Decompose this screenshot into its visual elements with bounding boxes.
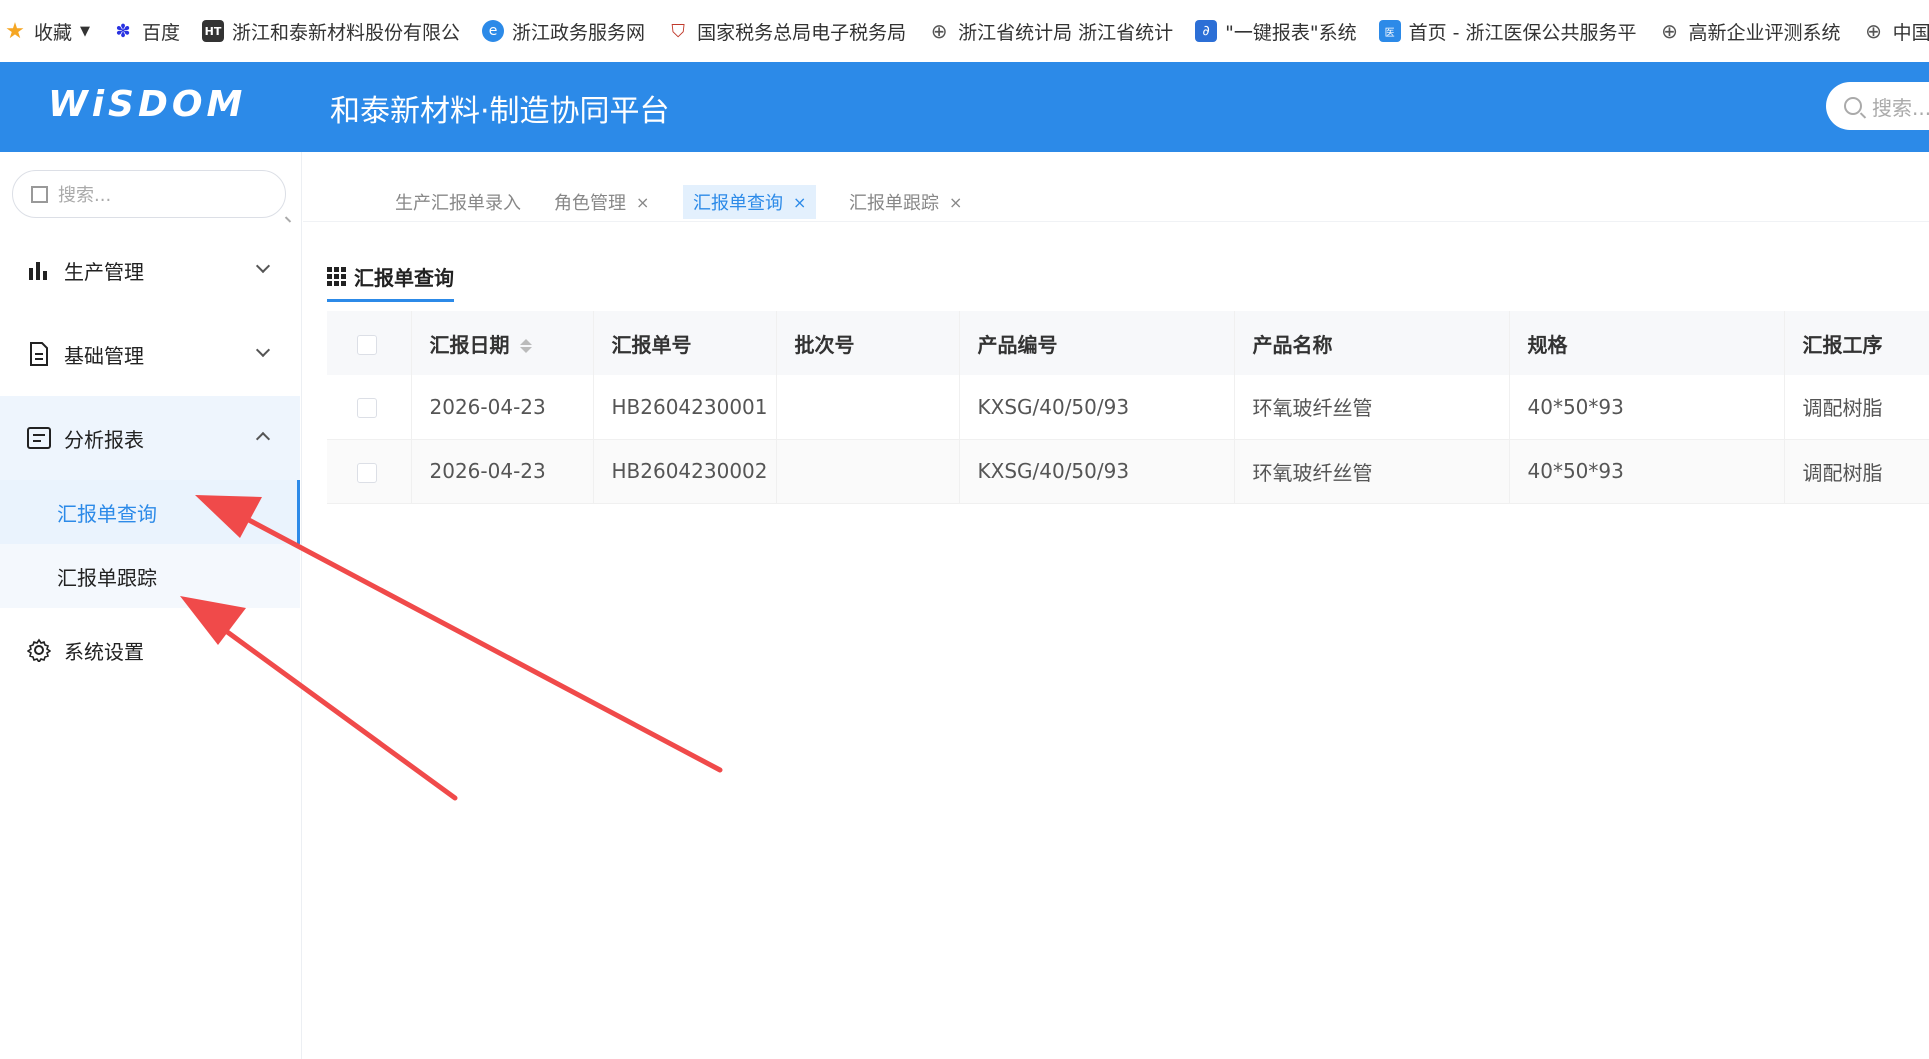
document-icon — [26, 341, 52, 367]
sidebar-subitem-report-tracking[interactable]: 汇报单跟踪 — [0, 544, 300, 608]
bookmarks-bar: ★ 收藏 ▼ ✽ 百度 HT 浙江和泰新材料股份有限公 e 浙江政务服务网 ⛉ … — [0, 0, 1929, 62]
cell-batch-no — [776, 439, 960, 504]
cell-product-name: 环氧玻纤丝管 — [1234, 439, 1510, 504]
tab-production-report-entry[interactable]: 生产汇报单录入 — [385, 185, 531, 219]
caret-down-icon[interactable]: ▼ — [80, 24, 90, 39]
sidebar-item-basic[interactable]: 基础管理 — [0, 312, 300, 396]
cell-batch-no — [776, 375, 960, 440]
app-header: WiSDOM 和泰新材料·制造协同平台 搜索... — [0, 62, 1929, 152]
header-search-input[interactable]: 搜索... — [1826, 82, 1929, 130]
bookmark-favorites[interactable]: ★ 收藏 ▼ — [4, 18, 90, 45]
sidebar-item-analysis[interactable]: 分析报表 — [0, 396, 300, 480]
column-header-product-code: 产品编号 — [959, 311, 1235, 375]
tab-report-tracking[interactable]: 汇报单跟踪 × — [839, 185, 972, 219]
bar-chart-icon — [26, 257, 52, 283]
bookmark-china-eport[interactable]: ⊕ 中国电子口岸 — [1863, 18, 1929, 45]
cell-report-date: 2026-04-23 — [411, 375, 594, 440]
search-icon — [1844, 97, 1862, 115]
select-all-checkbox[interactable] — [357, 334, 377, 355]
bookmark-baidu[interactable]: ✽ 百度 — [112, 18, 180, 45]
bookmark-hitech-eval[interactable]: ⊕ 高新企业评测系统 — [1659, 18, 1840, 45]
bookmark-zj-stats[interactable]: ⊕ 浙江省统计局 浙江省统计 — [928, 18, 1173, 45]
column-header-report-no: 汇报单号 — [593, 311, 777, 375]
chevron-up-icon — [255, 431, 271, 447]
tab-report-query[interactable]: 汇报单查询 × — [683, 185, 817, 219]
bookmark-company[interactable]: HT 浙江和泰新材料股份有限公 — [202, 18, 460, 45]
chevron-down-icon — [255, 258, 271, 274]
sidebar-item-production[interactable]: 生产管理 — [0, 228, 300, 312]
globe-icon: ⊕ — [1865, 19, 1882, 43]
column-header-report-date[interactable]: 汇报日期 — [411, 311, 594, 375]
cell-process: 调配树脂 — [1784, 439, 1929, 504]
chevron-down-icon — [255, 342, 271, 358]
sort-icon[interactable] — [519, 339, 532, 353]
close-icon[interactable]: × — [636, 193, 649, 212]
cell-product-code: KXSG/40/50/93 — [959, 439, 1235, 504]
report-system-icon: ∂ — [1195, 20, 1218, 42]
bookmark-report-system[interactable]: ∂ "一键报表"系统 — [1195, 18, 1357, 45]
grid-icon — [327, 267, 346, 286]
table-row[interactable]: 2026-04-23 HB2604230001 KXSG/40/50/93 环氧… — [327, 375, 1929, 440]
row-checkbox[interactable] — [357, 462, 377, 483]
cell-spec: 40*50*93 — [1509, 439, 1785, 504]
panel-title: 汇报单查询 — [327, 262, 454, 302]
report-icon — [26, 425, 52, 451]
star-icon: ★ — [5, 18, 25, 44]
cell-report-no: HB2604230002 — [593, 439, 777, 504]
zj-gov-icon: e — [482, 20, 505, 42]
cell-product-name: 环氧玻纤丝管 — [1234, 375, 1510, 440]
row-checkbox-cell — [327, 439, 412, 504]
column-header-product-name: 产品名称 — [1234, 311, 1510, 375]
close-icon[interactable]: × — [793, 193, 806, 212]
app-logo[interactable]: WiSDOM — [48, 84, 246, 125]
bookmark-zj-gov[interactable]: e 浙江政务服务网 — [482, 18, 645, 45]
cell-product-code: KXSG/40/50/93 — [959, 375, 1235, 440]
app-title: 和泰新材料·制造协同平台 — [330, 94, 670, 129]
row-checkbox-cell — [327, 375, 412, 440]
sidebar-subitem-report-query[interactable]: 汇报单查询 — [0, 480, 300, 544]
baidu-paw-icon: ✽ — [115, 20, 131, 42]
gear-icon — [26, 637, 52, 663]
search-icon — [31, 185, 48, 203]
company-logo-icon: HT — [202, 20, 225, 42]
sidebar-item-settings[interactable]: 系统设置 — [0, 608, 300, 692]
globe-icon: ⊕ — [930, 19, 948, 43]
select-all-checkbox-cell — [327, 311, 412, 375]
tax-emblem-icon: ⛉ — [671, 20, 685, 42]
bookmark-medical-insurance[interactable]: 医 首页 - 浙江医保公共服务平 — [1378, 18, 1637, 45]
report-table: 汇报日期 汇报单号 批次号 产品编号 产品名称 规格 汇报工序 2026-04-… — [327, 311, 1929, 504]
cell-report-no: HB2604230001 — [593, 375, 777, 440]
close-icon[interactable]: × — [949, 193, 962, 212]
globe-icon: ⊕ — [1661, 19, 1678, 43]
tab-bar: 生产汇报单录入 角色管理 × 汇报单查询 × 汇报单跟踪 × — [303, 152, 1929, 222]
bookmark-tax[interactable]: ⛉ 国家税务总局电子税务局 — [667, 18, 906, 45]
table-header-row: 汇报日期 汇报单号 批次号 产品编号 产品名称 规格 汇报工序 — [327, 311, 1929, 375]
cell-report-date: 2026-04-23 — [411, 439, 594, 504]
cell-process: 调配树脂 — [1784, 375, 1929, 440]
tab-role-management[interactable]: 角色管理 × — [544, 185, 659, 219]
main-content: 汇报单查询 汇报日期 汇报单号 批次号 产品编号 产品名称 规格 汇报工序 20… — [303, 222, 1929, 1059]
column-header-batch-no: 批次号 — [776, 311, 960, 375]
sidebar: 搜索... 生产管理 基础管理 分析报表 汇报单查询 汇报单跟踪 系统设置 — [0, 152, 302, 1059]
cell-spec: 40*50*93 — [1509, 375, 1785, 440]
medical-insurance-icon: 医 — [1378, 20, 1401, 42]
row-checkbox[interactable] — [357, 398, 377, 419]
column-header-process: 汇报工序 — [1784, 311, 1929, 375]
table-row[interactable]: 2026-04-23 HB2604230002 KXSG/40/50/93 环氧… — [327, 439, 1929, 504]
column-header-spec: 规格 — [1509, 311, 1785, 375]
sidebar-search-input[interactable]: 搜索... — [12, 170, 286, 218]
